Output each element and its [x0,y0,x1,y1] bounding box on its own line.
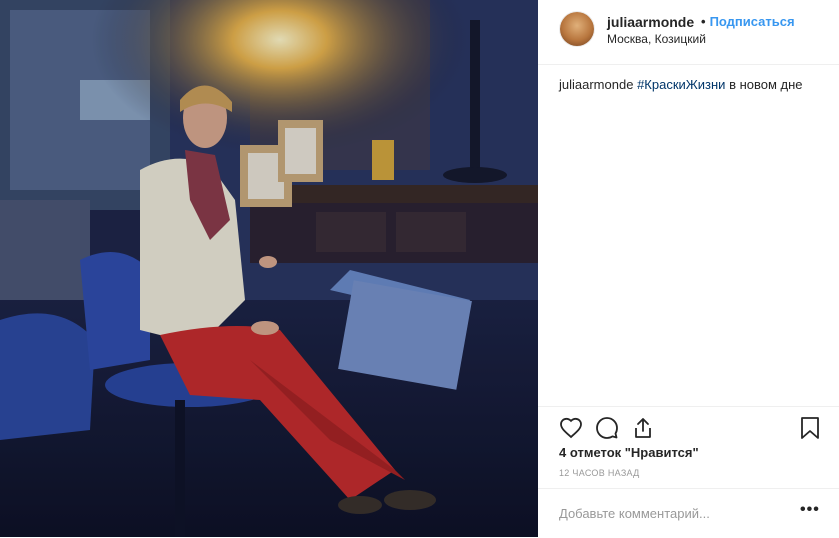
caption-text: в новом дне [725,77,803,92]
post-header: juliaarmonde • Подписаться Москва, Козицк… [538,0,839,65]
caption-username[interactable]: juliaarmonde [559,77,633,92]
likes-count[interactable]: 4 отметок "Нравится" [559,445,699,460]
location-link[interactable]: Москва, Козицкий [607,32,706,46]
post-caption: juliaarmonde #КраскиЖизни в новом дне [559,76,829,94]
post-timestamp[interactable]: 12 часов назад [559,468,640,478]
post-sidebar: juliaarmonde • Подписаться Москва, Козицк… [538,0,839,537]
username-link[interactable]: juliaarmonde [607,14,694,30]
caption-hashtag[interactable]: #КраскиЖизни [637,77,725,92]
more-options-button[interactable]: ••• [800,501,820,519]
avatar[interactable] [560,12,594,46]
separator-dot: • [701,14,706,29]
photo-scene [0,0,538,537]
post-photo[interactable] [0,0,538,537]
comment-input[interactable] [559,503,789,523]
share-icon[interactable] [631,416,655,445]
bookmark-icon[interactable] [799,416,821,445]
comment-bar: ••• [538,488,839,538]
comment-icon[interactable] [595,416,619,445]
follow-button[interactable]: • Подписаться [701,14,795,29]
heart-icon[interactable] [559,416,583,445]
follow-label: Подписаться [709,14,795,29]
